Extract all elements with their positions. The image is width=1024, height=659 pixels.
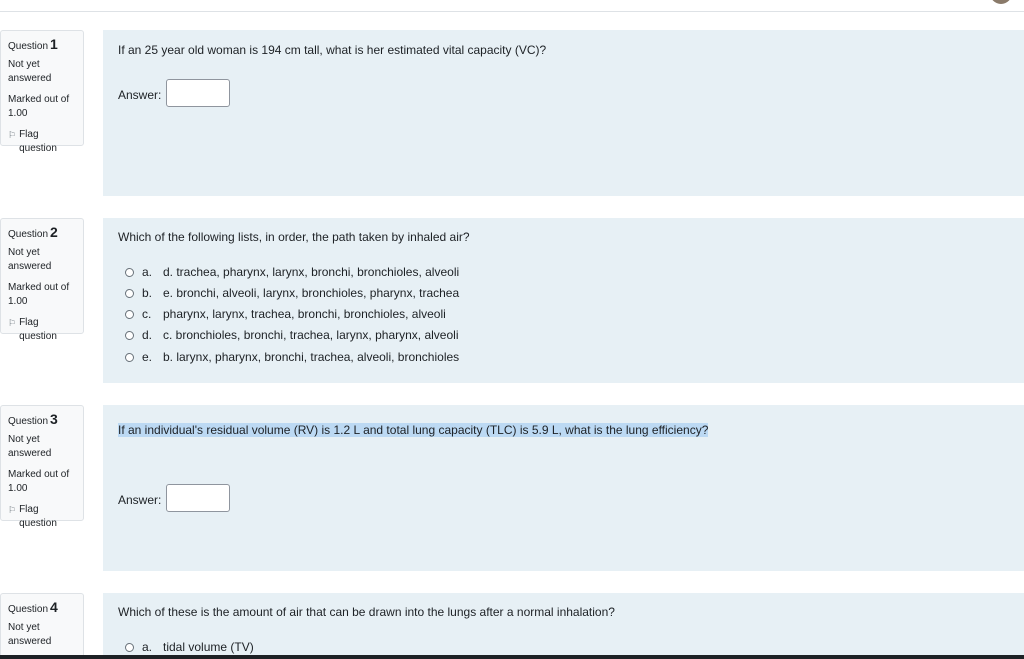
header-divider xyxy=(0,11,1024,12)
question-1-content: If an 25 year old woman is 194 cm tall, … xyxy=(103,30,1024,196)
question-1-info: Question 1 Not yet answered Marked out of… xyxy=(0,30,84,154)
flag-icon: ⚐ xyxy=(8,504,17,515)
flag-icon: ⚐ xyxy=(8,317,17,328)
question-2-content: Which of the following lists, in order, … xyxy=(103,218,1024,383)
status-line-1: Not yet xyxy=(8,58,40,70)
question-3-content: If an individual's residual volume (RV) … xyxy=(103,405,1024,571)
status-line-2: answered xyxy=(8,636,52,647)
question-4-content: Which of these is the amount of air that… xyxy=(103,593,1024,655)
answer-label: Answer: xyxy=(118,88,162,102)
status-line-2: answered xyxy=(8,448,52,459)
question-number: Question 2 xyxy=(8,224,58,240)
question-text: Which of the following lists, in order, … xyxy=(118,230,470,244)
question-4-info: Question 4 Not yet answered xyxy=(0,593,84,655)
option-d[interactable]: d. c. bronchioles, bronchi, trachea, lary… xyxy=(125,328,458,342)
question-text: If an individual's residual volume (RV) … xyxy=(118,423,709,437)
user-avatar[interactable] xyxy=(990,0,1012,4)
flag-question-link[interactable]: ⚐ Flag question xyxy=(8,128,83,157)
marked-line-2: 1.00 xyxy=(8,108,28,119)
option-c[interactable]: c. pharynx, larynx, trachea, bronchi, bro… xyxy=(125,307,446,321)
answer-input[interactable] xyxy=(166,484,230,512)
radio-icon[interactable] xyxy=(125,267,134,277)
radio-icon[interactable] xyxy=(125,330,134,340)
marked-line-1: Marked out of xyxy=(8,93,70,105)
option-b[interactable]: b. e. bronchi, alveoli, larynx, bronchiol… xyxy=(125,286,459,300)
question-number: Question 1 xyxy=(8,36,58,52)
marked-line-1: Marked out of xyxy=(8,281,70,293)
flag-question-link[interactable]: ⚐ Flag question xyxy=(8,316,83,345)
marked-line-2: 1.00 xyxy=(8,483,28,494)
status-line-2: answered xyxy=(8,73,52,84)
answer-input[interactable] xyxy=(166,79,230,107)
radio-icon[interactable] xyxy=(125,642,134,652)
marked-line-1: Marked out of xyxy=(8,468,70,480)
status-line-1: Not yet xyxy=(8,621,40,633)
question-text: Which of these is the amount of air that… xyxy=(118,605,615,619)
question-2-info: Question 2 Not yet answered Marked out of… xyxy=(0,218,84,342)
answer-label: Answer: xyxy=(118,493,162,507)
radio-icon[interactable] xyxy=(125,309,134,319)
status-line-2: answered xyxy=(8,261,52,272)
option-e[interactable]: e. b. larynx, pharynx, bronchi, trachea, … xyxy=(125,350,459,364)
option-a[interactable]: a. tidal volume (TV) xyxy=(125,640,254,654)
flag-question-link[interactable]: ⚐ Flag question xyxy=(8,503,83,532)
question-number: Question 3 xyxy=(8,411,58,427)
marked-line-2: 1.00 xyxy=(8,296,28,307)
status-line-1: Not yet xyxy=(8,433,40,445)
radio-icon[interactable] xyxy=(125,352,134,362)
radio-icon[interactable] xyxy=(125,288,134,298)
bottom-edge xyxy=(0,655,1024,659)
question-3-info: Question 3 Not yet answered Marked out of… xyxy=(0,405,84,529)
question-text: If an 25 year old woman is 194 cm tall, … xyxy=(118,43,547,57)
question-number: Question 4 xyxy=(8,599,58,615)
option-a[interactable]: a. d. trachea, pharynx, larynx, bronchi, … xyxy=(125,265,459,279)
status-line-1: Not yet xyxy=(8,246,40,258)
flag-icon: ⚐ xyxy=(8,129,17,140)
